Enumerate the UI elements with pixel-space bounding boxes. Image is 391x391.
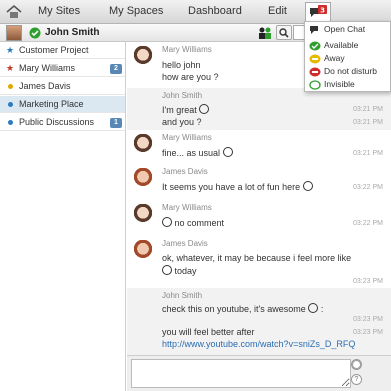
message-time: 03:23 PM <box>353 278 383 285</box>
message-text: you will feel better after <box>162 327 255 337</box>
unread-badge: 1 <box>110 118 122 128</box>
chat-status-button[interactable]: 3 <box>305 2 331 23</box>
chat-badge-count: 3 <box>320 7 325 15</box>
message-author: John Smith <box>162 91 203 100</box>
message-group: Mary Williams fine... as usual 03:21 PM <box>127 130 391 164</box>
nav-edit[interactable]: Edit <box>268 5 287 17</box>
smile-icon <box>352 360 361 369</box>
avatar <box>133 240 153 262</box>
nav-dashboard[interactable]: Dashboard <box>188 5 242 17</box>
search-button[interactable] <box>276 25 292 40</box>
sidebar-item-james-davis[interactable]: James Davis <box>0 78 125 95</box>
sidebar-item-marketing-place[interactable]: Marketing Place <box>0 96 125 113</box>
sidebar-item-label: Customer Project <box>19 45 89 55</box>
message-time: 03:21 PM <box>353 119 383 126</box>
avatar <box>133 168 153 190</box>
menu-item-available[interactable]: Available <box>309 40 391 52</box>
message-text: and you ? <box>162 117 202 127</box>
emoji-picker-button[interactable] <box>351 359 362 370</box>
message-input[interactable] <box>131 359 351 388</box>
sidebar-item-label: Mary Williams <box>19 63 75 73</box>
help-button[interactable]: ? <box>351 374 362 385</box>
status-dot-icon <box>6 100 14 108</box>
neutral-face-icon <box>162 217 172 227</box>
star-icon: ★ <box>6 63 15 73</box>
message-text: today <box>162 265 197 276</box>
star-icon: ★ <box>6 45 15 55</box>
open-chat-icon <box>310 26 318 34</box>
search-icon <box>279 28 289 38</box>
message-time: 03:21 PM <box>353 106 383 113</box>
status-dot-icon <box>6 118 14 126</box>
message-group: Mary Williams no comment 03:22 PM <box>127 200 391 236</box>
chat-bubble-icon: 3 <box>310 5 327 17</box>
chat-app: My Sites My Spaces Dashboard Edit 3 John… <box>0 0 391 391</box>
youtube-link[interactable]: http://www.youtube.com/watch?v=sniZs_D_R… <box>162 339 355 349</box>
avatar[interactable] <box>6 25 22 41</box>
away-icon <box>309 54 321 64</box>
message-text: how are you ? <box>162 72 219 82</box>
menu-item-away[interactable]: Away <box>309 53 391 65</box>
message-time: 03:23 PM <box>353 329 383 336</box>
sidebar-item-label: Marketing Place <box>19 99 84 109</box>
status-dot-icon <box>6 82 14 90</box>
message-text: I'm great <box>162 104 210 115</box>
question-mark-icon: ? <box>354 376 359 383</box>
home-icon[interactable] <box>5 3 23 21</box>
sidebar-item-label: James Davis <box>19 81 71 91</box>
sidebar-item-label: Public Discussions <box>19 117 95 127</box>
message-author: Mary Williams <box>162 133 212 142</box>
message-text: check this on youtube, it's awesome : <box>162 303 324 314</box>
message-text: no comment <box>162 217 224 228</box>
message-group: John Smith check this on youtube, it's a… <box>127 288 391 355</box>
smile-icon <box>222 147 233 157</box>
menu-item-open-chat[interactable]: Open Chat <box>309 24 391 36</box>
nav-my-spaces[interactable]: My Spaces <box>109 5 163 17</box>
message-group: John Smith I'm great 03:21 PM and you ? … <box>127 88 391 130</box>
sidebar-item-customer-project[interactable]: ★ Customer Project <box>0 42 125 59</box>
nav-my-sites[interactable]: My Sites <box>38 5 80 17</box>
do-not-disturb-icon <box>309 67 321 77</box>
menu-item-do-not-disturb[interactable]: Do not disturb <box>309 66 391 78</box>
menu-item-label: Available <box>324 40 359 50</box>
smile-icon <box>199 104 210 114</box>
message-author: Mary Williams <box>162 45 212 54</box>
avatar <box>133 46 153 68</box>
menu-item-label: Away <box>324 53 345 63</box>
avatar <box>133 134 153 156</box>
rooms-sidebar: ★ Customer Project ★ Mary Williams 2 Jam… <box>0 42 126 391</box>
message-text: fine... as usual <box>162 147 233 158</box>
status-menu: Open Chat Available Away Do not disturb <box>304 21 391 92</box>
message-time: 03:22 PM <box>353 184 383 191</box>
message-time: 03:22 PM <box>353 220 383 227</box>
message-text: ok, whatever, it may be because i feel m… <box>162 253 352 263</box>
menu-item-label: Do not disturb <box>324 66 377 76</box>
current-user-name: John Smith <box>45 27 100 38</box>
invisible-icon <box>309 80 321 90</box>
message-time: 03:23 PM <box>353 316 383 323</box>
available-icon <box>309 41 321 51</box>
surprised-face-icon <box>308 303 319 313</box>
message-author: James Davis <box>162 239 208 248</box>
message-group: James Davis It seems you have a lot of f… <box>127 164 391 200</box>
available-status-icon[interactable] <box>29 27 41 39</box>
laugh-icon <box>302 181 313 191</box>
unread-badge: 2 <box>110 64 122 74</box>
message-author: James Davis <box>162 167 208 176</box>
message-text: It seems you have a lot of fun here <box>162 181 313 192</box>
message-author: John Smith <box>162 291 203 300</box>
message-text: hello john <box>162 60 201 70</box>
message-author: Mary Williams <box>162 203 212 212</box>
menu-item-label: Invisible <box>324 79 355 89</box>
sidebar-item-public-discussions[interactable]: Public Discussions 1 <box>0 114 125 131</box>
message-time: 03:21 PM <box>353 150 383 157</box>
sidebar-item-mary-williams[interactable]: ★ Mary Williams 2 <box>0 60 125 77</box>
message-group: James Davis ok, whatever, it may be beca… <box>127 236 391 288</box>
menu-item-invisible[interactable]: Invisible <box>309 79 391 91</box>
menu-item-label: Open Chat <box>324 24 366 34</box>
sad-face-icon <box>162 265 172 275</box>
contacts-icon[interactable] <box>257 26 273 40</box>
avatar <box>133 204 153 226</box>
